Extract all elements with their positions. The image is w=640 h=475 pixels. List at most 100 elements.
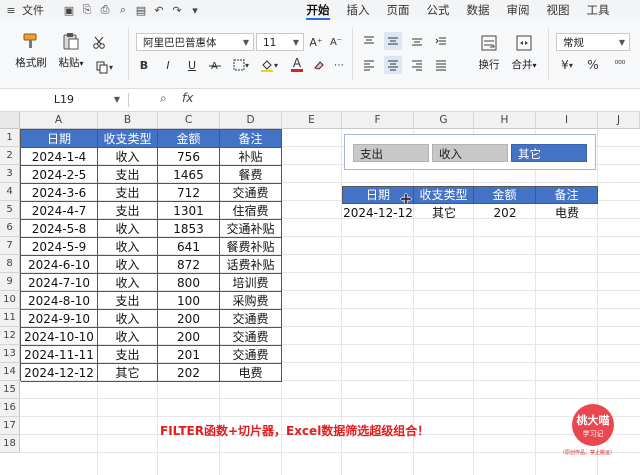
align-top-icon[interactable] — [360, 32, 378, 50]
row-header[interactable]: 5 — [0, 201, 20, 219]
currency-button[interactable]: ¥ ▾ — [556, 56, 578, 74]
row-header[interactable]: 9 — [0, 273, 20, 291]
more-font-icon[interactable]: ⋯ — [332, 56, 346, 74]
result-cell[interactable]: 其它 — [414, 204, 474, 222]
select-all-corner[interactable] — [0, 112, 20, 129]
export-icon[interactable]: ⎘ — [80, 3, 94, 17]
table-cell[interactable]: 2024-5-9 — [21, 238, 98, 256]
row-header[interactable]: 14 — [0, 363, 20, 381]
table-cell[interactable]: 收入 — [98, 274, 158, 292]
table-cell[interactable]: 支出 — [98, 202, 158, 220]
row-header[interactable]: 3 — [0, 165, 20, 183]
column-header[interactable]: G — [414, 112, 474, 129]
align-bottom-icon[interactable] — [408, 32, 426, 50]
tab-review[interactable]: 审阅 — [498, 0, 538, 20]
column-header[interactable]: B — [98, 112, 158, 129]
align-left-icon[interactable] — [360, 56, 378, 74]
table-header[interactable]: 备注 — [220, 130, 282, 148]
align-middle-icon[interactable] — [384, 32, 402, 50]
column-header[interactable]: I — [536, 112, 598, 129]
table-cell[interactable]: 2024-1-4 — [21, 148, 98, 166]
table-cell[interactable]: 支出 — [98, 184, 158, 202]
table-cell[interactable]: 采购费 — [220, 292, 282, 310]
table-cell[interactable]: 2024-7-10 — [21, 274, 98, 292]
align-center-icon[interactable] — [384, 56, 402, 74]
increase-font-icon[interactable]: A⁺ — [308, 33, 324, 51]
strikethrough-icon[interactable]: A — [208, 56, 222, 74]
table-cell[interactable]: 712 — [158, 184, 220, 202]
table-cell[interactable]: 2024-3-6 — [21, 184, 98, 202]
table-cell[interactable]: 收入 — [98, 220, 158, 238]
name-box[interactable]: L19 ▼ — [4, 91, 124, 109]
tab-data[interactable]: 数据 — [458, 0, 498, 20]
italic-button[interactable]: I — [160, 56, 176, 74]
row-header[interactable]: 18 — [0, 435, 20, 453]
table-cell[interactable]: 支出 — [98, 292, 158, 310]
quick-access-dropdown-icon[interactable]: ▾ — [188, 3, 202, 17]
table-cell[interactable]: 交通补贴 — [220, 220, 282, 238]
result-header[interactable]: 金额 — [474, 187, 536, 204]
column-header[interactable]: H — [474, 112, 536, 129]
table-cell[interactable]: 2024-2-5 — [21, 166, 98, 184]
table-cell[interactable]: 交通费 — [220, 310, 282, 328]
table-cell[interactable]: 其它 — [98, 364, 158, 382]
tab-page[interactable]: 页面 — [378, 0, 418, 20]
table-cell[interactable]: 201 — [158, 346, 220, 364]
row-header[interactable]: 16 — [0, 399, 20, 417]
row-header[interactable]: 15 — [0, 381, 20, 399]
save-icon[interactable]: ▣ — [62, 3, 76, 17]
format-icon[interactable]: ▤ — [134, 3, 148, 17]
table-cell[interactable]: 交通费 — [220, 328, 282, 346]
underline-button[interactable]: U — [184, 56, 200, 74]
percent-button[interactable]: % — [586, 56, 600, 74]
bold-button[interactable]: B — [136, 56, 152, 74]
table-header[interactable]: 金额 — [158, 130, 220, 148]
row-header[interactable]: 11 — [0, 309, 20, 327]
wrap-text-button[interactable]: 换行 — [474, 32, 504, 72]
formula-input[interactable] — [206, 91, 636, 109]
table-cell[interactable]: 2024-6-10 — [21, 256, 98, 274]
table-header[interactable]: 日期 — [21, 130, 98, 148]
column-header[interactable]: D — [220, 112, 282, 129]
font-size-select[interactable]: 11 ▼ — [256, 33, 304, 51]
preview-icon[interactable]: ⌕ — [116, 3, 130, 17]
table-cell[interactable]: 2024-8-10 — [21, 292, 98, 310]
table-cell[interactable]: 交通费 — [220, 346, 282, 364]
table-cell[interactable]: 餐费补贴 — [220, 238, 282, 256]
format-painter-button[interactable]: 格式刷 — [14, 30, 48, 70]
table-cell[interactable]: 641 — [158, 238, 220, 256]
table-cell[interactable]: 100 — [158, 292, 220, 310]
table-cell[interactable]: 收入 — [98, 310, 158, 328]
table-cell[interactable]: 交通费 — [220, 184, 282, 202]
slicer-item-other[interactable]: 其它 — [511, 144, 587, 162]
result-cell[interactable]: 202 — [474, 204, 536, 222]
zoom-fx-icon[interactable]: ⌕ — [160, 91, 167, 106]
table-cell[interactable]: 2024-4-7 — [21, 202, 98, 220]
print-icon[interactable]: ⎙ — [98, 3, 112, 17]
row-header[interactable]: 17 — [0, 417, 20, 435]
table-cell[interactable]: 收入 — [98, 238, 158, 256]
table-cell[interactable]: 2024-12-12 — [21, 364, 98, 382]
table-cell[interactable]: 200 — [158, 328, 220, 346]
result-header[interactable]: 备注 — [536, 187, 598, 204]
table-cell[interactable]: 收入 — [98, 328, 158, 346]
cut-icon[interactable] — [90, 34, 108, 52]
result-cell[interactable]: 2024-12-12 — [342, 204, 414, 222]
table-cell[interactable]: 餐费 — [220, 166, 282, 184]
column-header[interactable]: A — [20, 112, 98, 129]
table-cell[interactable]: 2024-10-10 — [21, 328, 98, 346]
table-cell[interactable]: 话费补贴 — [220, 256, 282, 274]
fill-color-icon[interactable]: ▾ — [258, 56, 280, 74]
table-cell[interactable]: 补贴 — [220, 148, 282, 166]
font-name-select[interactable]: 阿里巴巴普惠体 ▼ — [136, 33, 254, 51]
paste-button[interactable]: 粘贴▾ — [54, 30, 88, 70]
row-header[interactable]: 12 — [0, 327, 20, 345]
merge-button[interactable]: 合并▾ — [508, 32, 540, 72]
tab-tools[interactable]: 工具 — [578, 0, 618, 20]
merge-dropdown-icon[interactable]: ▾ — [532, 61, 536, 70]
menu-icon[interactable]: ≡ — [4, 3, 18, 17]
table-cell[interactable]: 支出 — [98, 346, 158, 364]
table-header[interactable]: 收支类型 — [98, 130, 158, 148]
table-cell[interactable]: 收入 — [98, 256, 158, 274]
align-right-icon[interactable] — [408, 56, 426, 74]
